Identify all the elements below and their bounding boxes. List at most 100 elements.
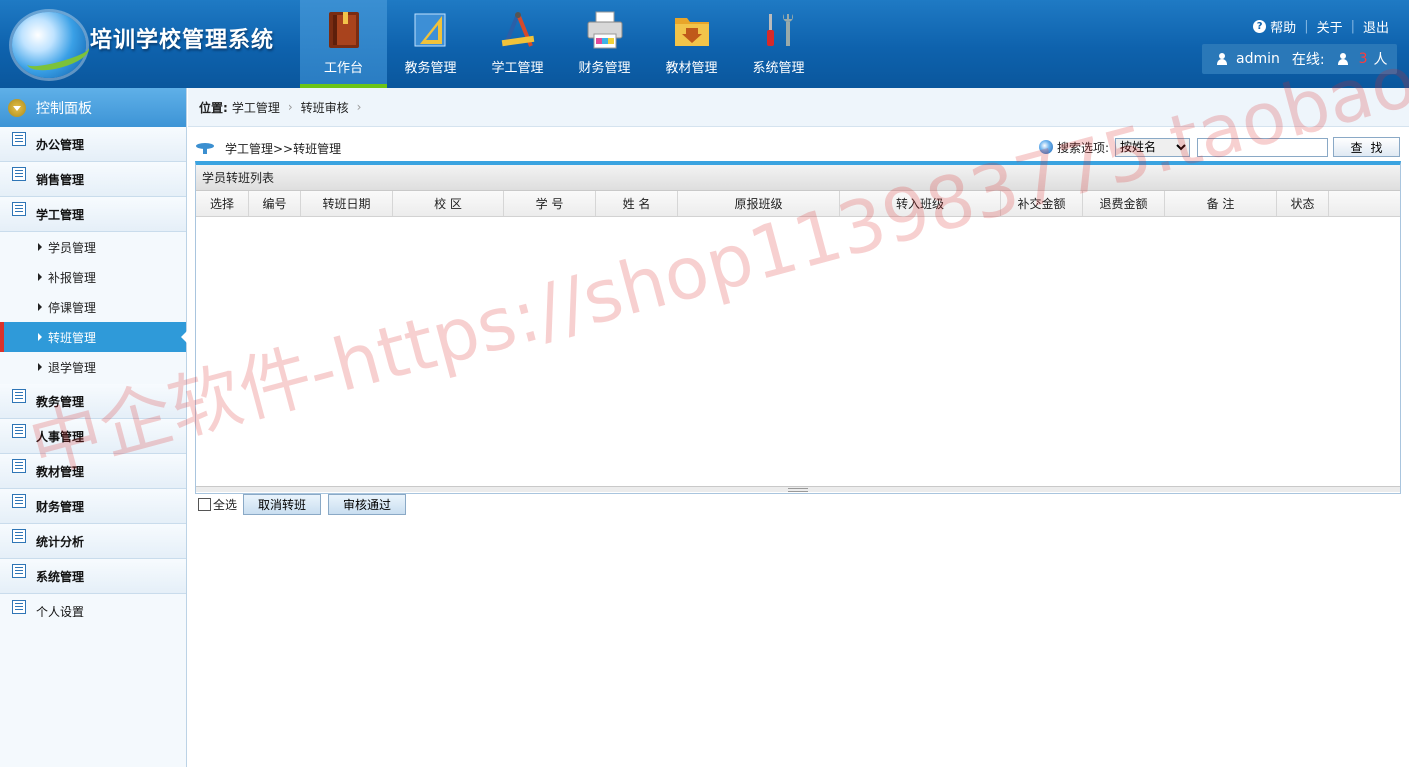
breadcrumb-item[interactable]: 学工管理 (232, 99, 280, 116)
nav-textbook[interactable]: 教材管理 (648, 0, 735, 88)
sidebar-item-label: 学工管理 (36, 207, 85, 222)
sidebar-item-student-affairs[interactable]: 学工管理 (0, 197, 186, 232)
sidebar-item-sales[interactable]: 销售管理 (0, 162, 186, 197)
sidebar-subitem-supplementary[interactable]: 补报管理 (0, 262, 186, 292)
column-header[interactable]: 学 号 (504, 191, 596, 216)
nav-label: 财务管理 (578, 61, 631, 76)
list-icon (12, 564, 26, 578)
transfer-grid: 学员转班列表 选择 编号 转班日期 校 区 学 号 姓 名 原报班级 转入班级 … (195, 161, 1401, 494)
search-option-select[interactable]: 按姓名 (1115, 137, 1190, 157)
sidebar-item-finance[interactable]: 财务管理 (0, 489, 186, 524)
list-icon (12, 529, 26, 543)
column-header[interactable]: 选择 (196, 191, 249, 216)
nav-workbench[interactable]: 工作台 (300, 0, 387, 88)
list-icon (12, 459, 26, 473)
sidebar-item-label: 系统管理 (36, 569, 85, 584)
search-icon (1038, 140, 1053, 154)
top-links: ? 帮助 | 关于 | 退出 (1253, 17, 1389, 36)
sidebar-item-personal[interactable]: 个人设置 (0, 594, 186, 629)
sidebar-item-label: 销售管理 (36, 172, 85, 187)
sidebar-subitem-label: 转班管理 (48, 330, 97, 345)
sidebar-item-statistics[interactable]: 统计分析 (0, 524, 186, 559)
search-button[interactable]: 查找 (1333, 137, 1400, 157)
sidebar-subitem-label: 学员管理 (48, 240, 97, 255)
sidebar-header[interactable]: 控制面板 (0, 88, 186, 127)
cancel-transfer-button[interactable]: 取消转班 (243, 494, 322, 515)
caret-right-icon (38, 243, 42, 251)
approve-button[interactable]: 审核通过 (328, 494, 407, 515)
sidebar: 控制面板 办公管理 销售管理 学工管理 学员管理 补报管理 停课管理 转班管理 (0, 88, 187, 767)
chevron-right-icon: › (287, 100, 293, 114)
grid-header-row: 选择 编号 转班日期 校 区 学 号 姓 名 原报班级 转入班级 补交金额 退费… (196, 191, 1400, 217)
sidebar-submenu: 学员管理 补报管理 停课管理 转班管理 退学管理 (0, 232, 187, 384)
nav-academic[interactable]: 教务管理 (387, 0, 474, 88)
caret-right-icon (38, 333, 42, 341)
ruler-icon (414, 13, 446, 47)
username: admin (1236, 51, 1280, 67)
about-link[interactable]: 关于 (1317, 17, 1343, 36)
tools-icon (767, 14, 793, 46)
column-header[interactable]: 编号 (249, 191, 301, 216)
grid-actions: 全选 取消转班 审核通过 (198, 494, 413, 515)
list-icon (12, 202, 26, 216)
book-icon (329, 12, 359, 48)
page-title: 学工管理>>转班管理 (225, 141, 342, 156)
grid-title: 学员转班列表 (196, 165, 1400, 191)
chevron-right-icon: › (356, 100, 362, 114)
compass-icon (501, 12, 535, 47)
sidebar-subitem-label: 补报管理 (48, 270, 97, 285)
grid-resize-handle[interactable] (196, 487, 1400, 492)
divider: | (1304, 19, 1309, 34)
sidebar-header-label: 控制面板 (36, 100, 92, 117)
sidebar-item-label: 教材管理 (36, 464, 85, 479)
sidebar-item-office[interactable]: 办公管理 (0, 127, 186, 162)
help-link[interactable]: 帮助 (1270, 17, 1296, 36)
logout-link[interactable]: 退出 (1363, 17, 1389, 36)
sidebar-item-label: 个人设置 (36, 605, 85, 619)
column-header[interactable]: 转入班级 (840, 191, 1001, 216)
sidebar-item-academic[interactable]: 教务管理 (0, 384, 186, 419)
app-title: 培训学校管理系统 (90, 28, 275, 53)
sidebar-item-label: 教务管理 (36, 394, 85, 409)
sidebar-subitem-withdraw[interactable]: 退学管理 (0, 352, 186, 382)
breadcrumb-label: 位置: (199, 100, 228, 115)
user-icon (1216, 53, 1228, 65)
search-input[interactable] (1197, 137, 1328, 157)
sidebar-subitem-label: 停课管理 (48, 300, 97, 315)
select-all-checkbox[interactable] (198, 498, 211, 511)
list-icon (12, 494, 26, 508)
sidebar-subitem-transfer[interactable]: 转班管理 (0, 322, 187, 352)
sidebar-subitem-suspend[interactable]: 停课管理 (0, 292, 186, 322)
column-header[interactable]: 状态 (1277, 191, 1329, 216)
column-header[interactable]: 补交金额 (1001, 191, 1083, 216)
sidebar-item-textbook[interactable]: 教材管理 (0, 454, 186, 489)
online-unit: 人 (1373, 52, 1388, 68)
column-header[interactable]: 校 区 (393, 191, 504, 216)
list-icon (12, 424, 26, 438)
top-header: 培训学校管理系统 工作台 教务管理 学工管理 财务管理 教材管理 系统管理 ? … (0, 0, 1409, 88)
breadcrumb: 位置: 学工管理 › 转班审核 › (188, 88, 1409, 127)
sidebar-item-label: 财务管理 (36, 499, 85, 514)
nav-label: 教材管理 (665, 61, 718, 76)
breadcrumb-item[interactable]: 转班审核 (301, 99, 349, 116)
column-header[interactable]: 转班日期 (301, 191, 393, 216)
column-header[interactable]: 备 注 (1165, 191, 1277, 216)
download-folder-icon (675, 18, 709, 46)
divider: | (1350, 19, 1355, 34)
sidebar-item-hr[interactable]: 人事管理 (0, 419, 186, 454)
nav-finance[interactable]: 财务管理 (561, 0, 648, 88)
list-icon (12, 389, 26, 403)
column-header[interactable]: 姓 名 (596, 191, 678, 216)
search-area: 搜索选项: 按姓名 查找 (1038, 137, 1400, 157)
column-header[interactable]: 原报班级 (678, 191, 840, 216)
column-header[interactable]: 退费金额 (1083, 191, 1165, 216)
collapse-circle-icon (8, 98, 26, 117)
page-titlebar: 学工管理>>转班管理 搜索选项: 按姓名 查找 (195, 134, 1400, 162)
nav-system[interactable]: 系统管理 (735, 0, 822, 88)
logo: 培训学校管理系统 (10, 10, 290, 82)
sidebar-item-system[interactable]: 系统管理 (0, 559, 186, 594)
nav-student-affairs[interactable]: 学工管理 (474, 0, 561, 88)
nav-label: 工作台 (323, 61, 363, 76)
sidebar-subitem-students[interactable]: 学员管理 (0, 232, 186, 262)
list-icon (12, 167, 26, 181)
